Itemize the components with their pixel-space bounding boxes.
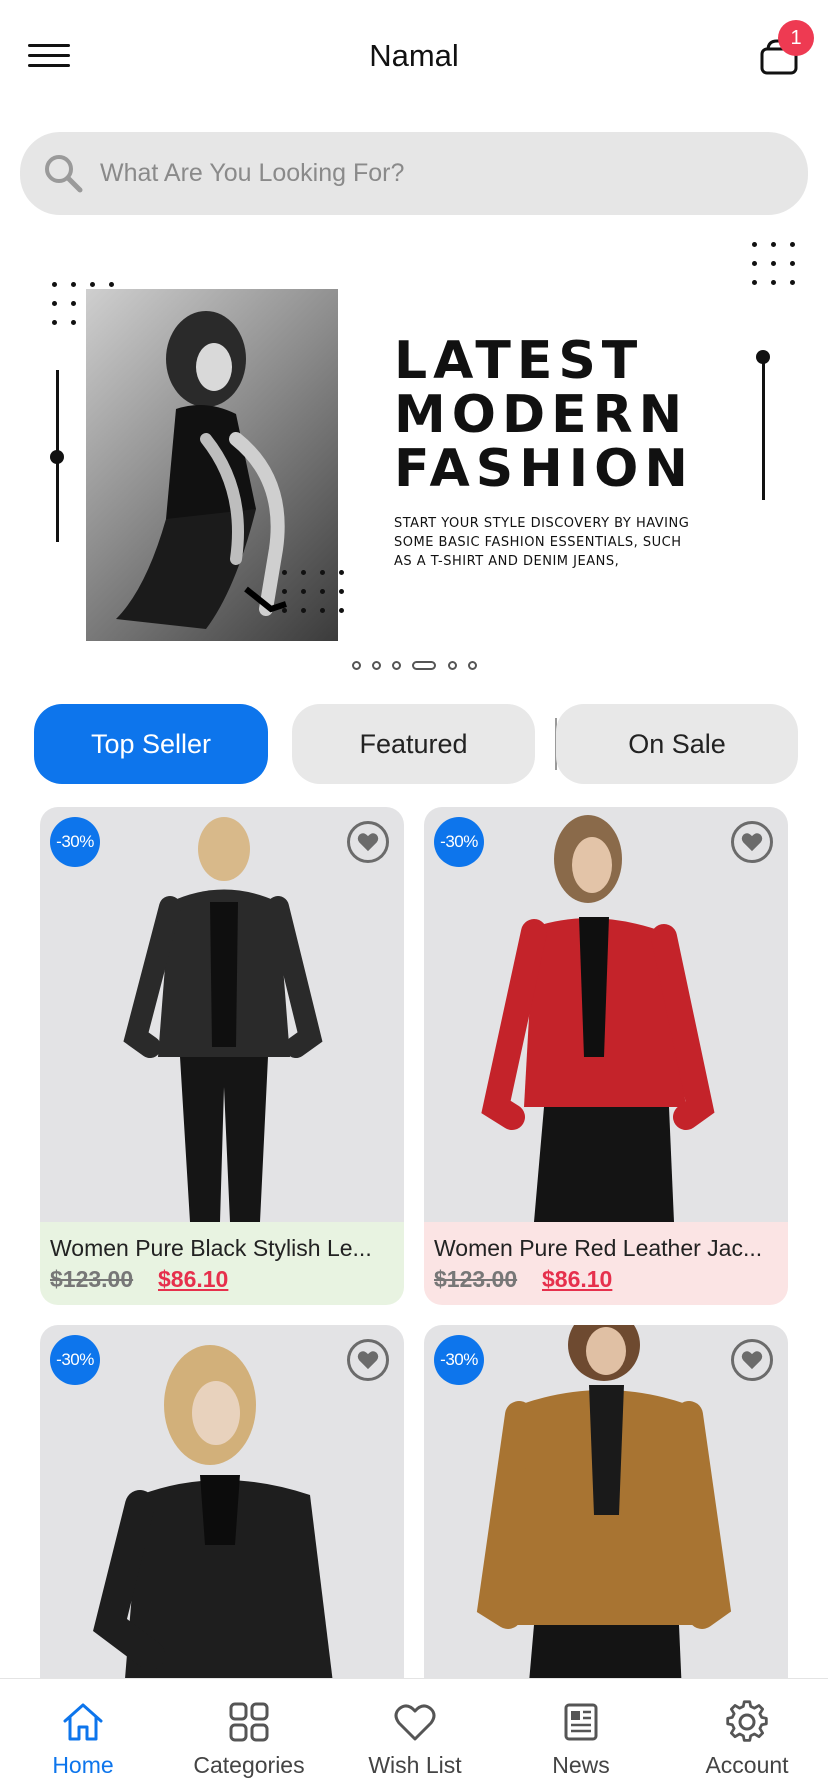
tab-featured[interactable]: Featured bbox=[292, 704, 535, 784]
nav-label: Account bbox=[705, 1752, 789, 1778]
banner-pager bbox=[0, 661, 828, 675]
pager-dot[interactable] bbox=[372, 661, 381, 670]
discount-badge: -30% bbox=[50, 817, 100, 867]
product-card[interactable]: -30% Women Pure Red Leather Jac... $123.… bbox=[424, 807, 788, 1305]
heart-icon bbox=[741, 833, 763, 852]
product-info: Women Pure Black Stylish Le... $123.00 $… bbox=[40, 1222, 404, 1305]
decorative-dot-grid bbox=[752, 242, 795, 285]
cart-count-badge: 1 bbox=[778, 20, 814, 56]
product-old-price: $123.00 bbox=[50, 1266, 134, 1292]
product-sale-price: $86.10 bbox=[542, 1266, 613, 1292]
decorative-dot-grid bbox=[282, 570, 344, 613]
home-icon bbox=[63, 1703, 103, 1741]
tab-top-seller[interactable]: Top Seller bbox=[34, 704, 268, 784]
product-name: Women Pure Black Stylish Le... bbox=[50, 1235, 372, 1261]
product-name: Women Pure Red Leather Jac... bbox=[434, 1235, 763, 1261]
search-icon bbox=[45, 155, 83, 193]
search-input[interactable] bbox=[100, 132, 790, 215]
app-header: Namal 1 bbox=[0, 0, 828, 115]
app-title: Namal bbox=[369, 38, 459, 73]
banner-subtitle: START YOUR STYLE DISCOVERY BY HAVING SOM… bbox=[394, 514, 724, 571]
nav-label: News bbox=[552, 1752, 610, 1778]
discount-badge: -30% bbox=[434, 1335, 484, 1385]
pager-dot-active[interactable] bbox=[412, 661, 436, 670]
banner-heading-line: MODERN bbox=[394, 385, 689, 445]
discount-badge: -30% bbox=[434, 817, 484, 867]
search-bar bbox=[20, 132, 808, 215]
pager-dot[interactable] bbox=[468, 661, 477, 670]
product-old-price: $123.00 bbox=[434, 1266, 518, 1292]
discount-badge: -30% bbox=[50, 1335, 100, 1385]
banner-heading-line: FASHION bbox=[394, 439, 694, 499]
nav-wish-list[interactable]: Wish List bbox=[332, 1679, 498, 1792]
nav-account[interactable]: Account bbox=[664, 1679, 828, 1792]
product-image bbox=[40, 807, 404, 1222]
nav-home[interactable]: Home bbox=[0, 1679, 166, 1792]
banner-heading-line: LATEST bbox=[394, 331, 644, 391]
newspaper-icon bbox=[564, 1703, 598, 1741]
heart-icon bbox=[741, 1351, 763, 1370]
favorite-button[interactable] bbox=[731, 821, 773, 863]
nav-categories[interactable]: Categories bbox=[166, 1679, 332, 1792]
promo-banner[interactable]: LATEST MODERN FASHION START YOUR STYLE D… bbox=[0, 232, 828, 652]
decorative-line bbox=[762, 360, 765, 500]
banner-subtitle-line: SOME BASIC FASHION ESSENTIALS, SUCH bbox=[394, 535, 682, 550]
nav-label: Wish List bbox=[368, 1752, 462, 1778]
pager-dot[interactable] bbox=[352, 661, 361, 670]
gear-icon bbox=[726, 1700, 768, 1742]
decorative-dot bbox=[50, 450, 64, 464]
heart-icon bbox=[357, 1351, 379, 1370]
product-image bbox=[424, 807, 788, 1222]
banner-subtitle-line: AS A T-SHIRT AND DENIM JEANS, bbox=[394, 554, 620, 569]
decorative-dot bbox=[756, 350, 770, 364]
favorite-button[interactable] bbox=[731, 1339, 773, 1381]
grid-icon bbox=[229, 1702, 269, 1742]
heart-icon bbox=[357, 833, 379, 852]
pager-dot[interactable] bbox=[392, 661, 401, 670]
tab-on-sale[interactable]: On Sale bbox=[556, 704, 798, 784]
banner-subtitle-line: START YOUR STYLE DISCOVERY BY HAVING bbox=[394, 516, 690, 531]
heart-icon bbox=[394, 1704, 436, 1741]
banner-heading: LATEST MODERN FASHION bbox=[394, 334, 694, 496]
product-sale-price: $86.10 bbox=[158, 1266, 229, 1292]
favorite-button[interactable] bbox=[347, 1339, 389, 1381]
product-info: Women Pure Red Leather Jac... $123.00 $8… bbox=[424, 1222, 788, 1305]
favorite-button[interactable] bbox=[347, 821, 389, 863]
nav-label: Home bbox=[52, 1752, 114, 1778]
nav-news[interactable]: News bbox=[498, 1679, 664, 1792]
product-card[interactable]: -30% Women Pure Black Stylish Le... $123… bbox=[40, 807, 404, 1305]
pager-dot[interactable] bbox=[448, 661, 457, 670]
bottom-navigation: Home Categories Wish List News Account bbox=[0, 1678, 828, 1792]
nav-label: Categories bbox=[193, 1752, 305, 1778]
